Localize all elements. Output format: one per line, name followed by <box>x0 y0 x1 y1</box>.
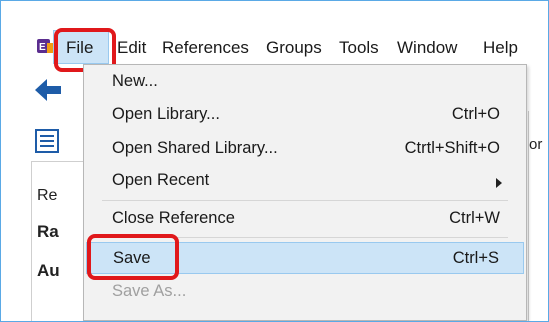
menu-item-label: Save As... <box>112 282 187 300</box>
panel-edge <box>31 161 32 321</box>
menu-item-label: New... <box>112 72 158 90</box>
menu-item-save-as: Save As... <box>84 276 526 308</box>
menu-item-open-shared-library[interactable]: Open Shared Library... Ctrtl+Shift+O <box>84 133 526 165</box>
menu-item-shortcut: Ctrl+S <box>452 249 499 267</box>
list-view-icon[interactable] <box>35 129 59 153</box>
endnote-app-icon: E <box>37 39 53 53</box>
svg-text:E: E <box>39 42 46 53</box>
save-highlight <box>87 234 179 280</box>
menu-item-shortcut: Ctrl+O <box>451 105 500 123</box>
submenu-arrow-icon <box>496 178 502 188</box>
menu-tools[interactable]: Tools <box>339 38 379 58</box>
menu-item-shortcut: Ctrl+W <box>449 209 500 227</box>
menu-item-open-recent[interactable]: Open Recent <box>84 165 526 197</box>
panel-label-re: Re <box>37 187 58 204</box>
menu-item-label: Close Reference <box>112 209 235 227</box>
menu-item-label: Open Library... <box>112 105 220 123</box>
menu-item-open-library[interactable]: Open Library... Ctrl+O <box>84 99 526 131</box>
menu-groups[interactable]: Groups <box>266 38 322 58</box>
menu-help[interactable]: Help <box>483 38 518 58</box>
menu-edit[interactable]: Edit <box>117 38 146 58</box>
file-dropdown-menu: New... Open Library... Ctrl+O Open Share… <box>83 64 527 321</box>
panel-label-ra: Ra <box>37 222 59 241</box>
menu-item-label: Open Shared Library... <box>112 139 278 157</box>
back-arrow-icon[interactable] <box>33 75 63 105</box>
menu-window[interactable]: Window <box>397 38 457 58</box>
menu-item-new[interactable]: New... <box>84 66 526 98</box>
panel-label-fragment: or <box>529 136 543 153</box>
menu-separator <box>102 200 508 201</box>
panel-label-au: Au <box>37 261 60 280</box>
screenshot-frame: E File Edit References Groups Tools Wind… <box>0 0 549 322</box>
panel-divider <box>31 161 83 162</box>
menu-item-shortcut: Ctrtl+Shift+O <box>404 139 500 157</box>
menu-references[interactable]: References <box>162 38 249 58</box>
menu-item-close-reference[interactable]: Close Reference Ctrl+W <box>84 203 526 235</box>
menu-item-label: Open Recent <box>112 171 210 189</box>
